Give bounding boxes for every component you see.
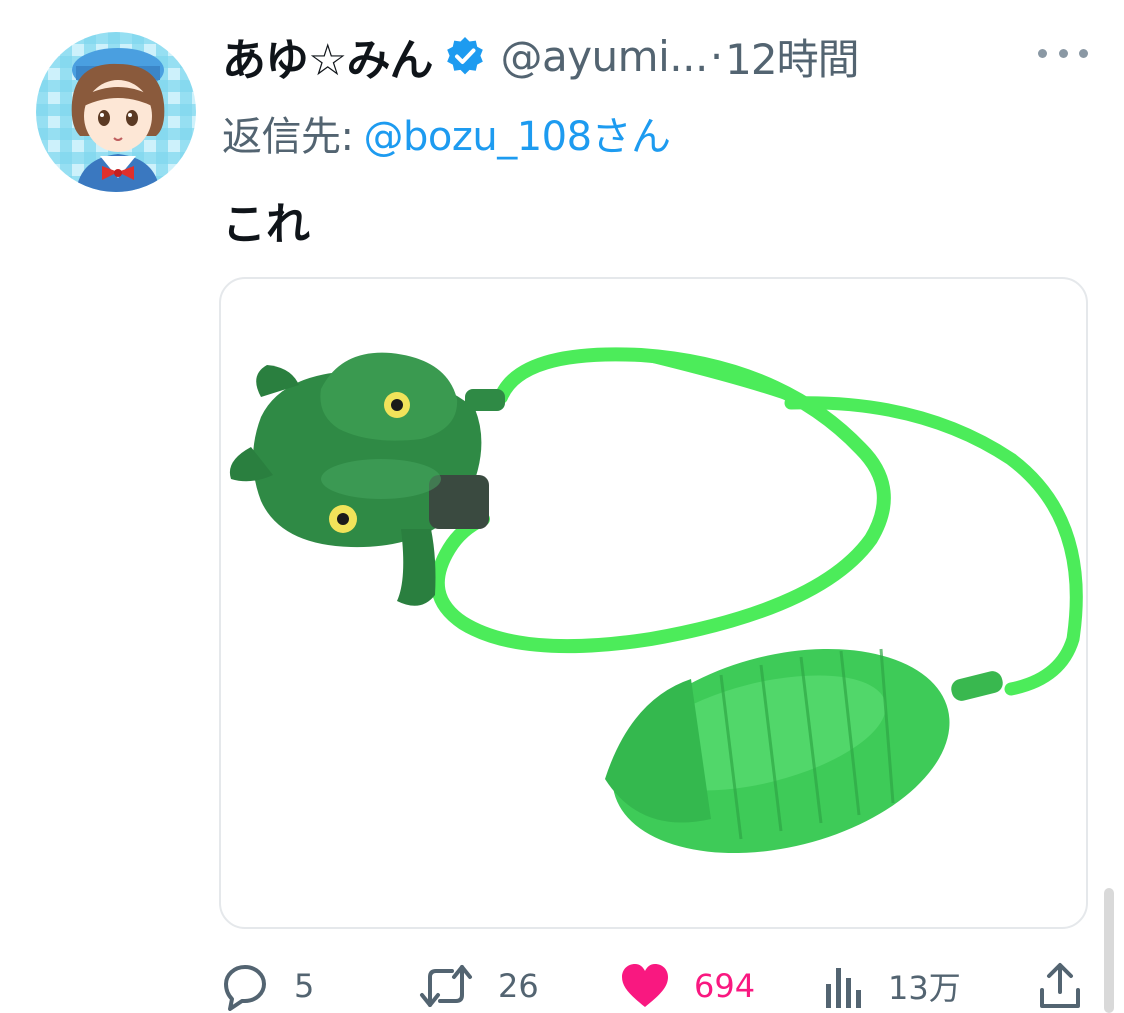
share-button[interactable] bbox=[1038, 958, 1082, 1013]
reply-prefix: 返信先: bbox=[222, 114, 354, 160]
tweet-header: あゆ☆みん @ayumi... · 12時間 bbox=[222, 24, 860, 88]
views-count: 13万 bbox=[888, 969, 961, 1007]
separator-dot: · bbox=[709, 31, 724, 81]
like-button[interactable]: 694 bbox=[620, 958, 755, 1013]
verified-badge-icon bbox=[447, 37, 484, 75]
tweet[interactable]: あゆ☆みん @ayumi... · 12時間 返信先: @bozu_108さん こ… bbox=[0, 0, 1124, 1013]
retweet-icon bbox=[420, 965, 472, 1007]
more-icon[interactable] bbox=[1038, 40, 1088, 66]
reply-to-line: 返信先: @bozu_108さん bbox=[222, 104, 671, 162]
views-icon bbox=[826, 968, 861, 1008]
action-bar: 5 26 694 13万 bbox=[0, 958, 1124, 1013]
share-icon bbox=[1040, 963, 1080, 1008]
timestamp[interactable]: 12時間 bbox=[725, 26, 859, 87]
tweet-text: これ bbox=[222, 199, 310, 250]
reply-button[interactable]: 5 bbox=[220, 958, 314, 1013]
like-icon bbox=[622, 964, 668, 1007]
reply-icon bbox=[224, 965, 266, 1011]
views-button[interactable]: 13万 bbox=[824, 958, 961, 1013]
avatar[interactable] bbox=[36, 32, 196, 192]
reply-count: 5 bbox=[294, 967, 315, 1005]
like-count: 694 bbox=[694, 967, 756, 1005]
display-name[interactable]: あゆ☆みん bbox=[222, 24, 433, 88]
reply-target-link[interactable]: @bozu_108さん bbox=[363, 114, 671, 160]
media-image[interactable] bbox=[219, 277, 1088, 929]
retweet-count: 26 bbox=[498, 967, 539, 1005]
retweet-button[interactable]: 26 bbox=[418, 958, 539, 1013]
handle[interactable]: @ayumi... bbox=[500, 32, 708, 81]
